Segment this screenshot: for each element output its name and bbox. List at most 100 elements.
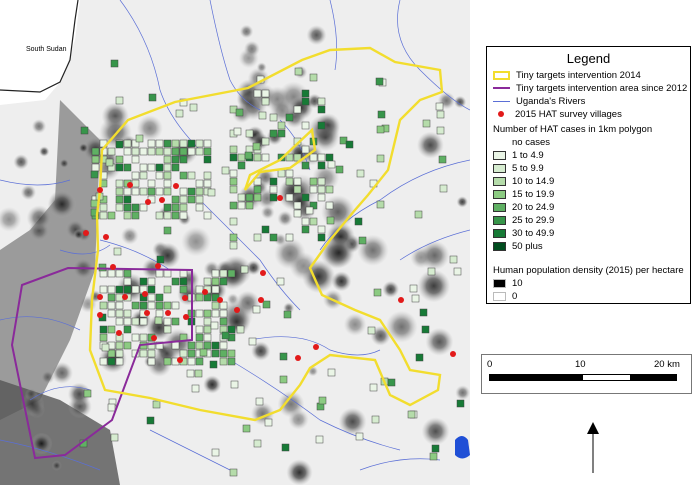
hat-case-polygon (229, 145, 238, 154)
hat-case-polygon (99, 325, 108, 334)
density-spot (453, 95, 467, 109)
hat-case-polygon (269, 185, 278, 194)
hat-case-polygon (269, 177, 278, 186)
hat-case-polygon (156, 255, 165, 264)
hat-case-polygon (285, 169, 294, 178)
hat-case-polygon (371, 415, 380, 424)
density-header: Human population density (2015) per hect… (493, 265, 684, 276)
hat-case-polygon (376, 125, 385, 134)
survey-village-marker (110, 264, 116, 270)
hat-case-polygon (293, 209, 302, 218)
hat-case-polygon (123, 325, 132, 334)
hat-case-polygon (317, 105, 326, 114)
survey-village-marker (450, 351, 456, 357)
hat-case-polygon (277, 121, 286, 130)
hat-case-polygon (189, 103, 198, 112)
hat-case-polygon (293, 105, 302, 114)
hat-case-polygon (261, 89, 270, 98)
hat-case-polygon (203, 171, 212, 180)
density-spot (243, 40, 260, 57)
hat-case-polygon (80, 126, 89, 135)
hat-case-polygon (285, 233, 294, 242)
hat-case-polygon (171, 211, 180, 220)
hat-case-polygon (281, 443, 290, 452)
hat-case-polygon (309, 153, 318, 162)
survey-village-marker (155, 263, 161, 269)
hat-case-polygon (237, 161, 246, 170)
hat-case-polygon (179, 349, 188, 358)
hat-case-polygon (436, 110, 445, 119)
case-class-row: 50 plus (493, 241, 543, 252)
hat-case-polygon (107, 357, 116, 366)
hat-case-polygon (211, 301, 220, 310)
hat-case-polygon (115, 341, 124, 350)
hat-case-polygon (219, 277, 228, 286)
hat-case-polygon (203, 179, 212, 188)
survey-village-marker (97, 187, 103, 193)
hat-case-polygon (227, 357, 236, 366)
hat-case-polygon (187, 341, 196, 350)
hat-case-polygon (131, 179, 140, 188)
hat-case-polygon (115, 96, 124, 105)
case-class-label: 50 plus (512, 241, 543, 252)
hat-case-polygon (179, 269, 188, 278)
legend-entry-rivers: Uganda's Rivers (493, 96, 585, 107)
hat-case-polygon (253, 439, 262, 448)
hat-case-polygon (146, 416, 155, 425)
hat-case-polygon (139, 203, 148, 212)
hat-case-polygon (115, 349, 124, 358)
hat-case-polygon (229, 241, 238, 250)
hat-case-polygon (211, 309, 220, 318)
hat-case-polygon (301, 161, 310, 170)
scale-label-10: 10 (575, 359, 586, 370)
hat-case-polygon (227, 349, 236, 358)
legend-entry-villages: 2015 HAT survey villages (493, 109, 622, 120)
survey-village-marker (183, 314, 189, 320)
survey-village-marker (122, 294, 128, 300)
hat-case-polygon (195, 357, 204, 366)
hat-case-polygon (191, 384, 200, 393)
hat-case-polygon (229, 185, 238, 194)
hat-case-polygon (99, 211, 108, 220)
hat-case-polygon (179, 277, 188, 286)
hat-case-polygon (187, 195, 196, 204)
hat-case-polygon (107, 301, 116, 310)
hat-case-polygon (262, 300, 271, 309)
hat-case-polygon (107, 285, 116, 294)
case-class-row: 15 to 19.9 (493, 189, 554, 200)
hat-case-polygon (411, 294, 420, 303)
hat-case-polygon (123, 317, 132, 326)
hat-case-polygon (195, 293, 204, 302)
hat-case-polygon (301, 89, 310, 98)
hat-case-polygon (115, 187, 124, 196)
hat-case-polygon (115, 269, 124, 278)
hat-case-polygon (147, 147, 156, 156)
density-spot (78, 142, 89, 154)
hat-case-polygon (293, 185, 302, 194)
density-spot (277, 210, 293, 227)
hat-case-polygon (123, 195, 132, 204)
hat-case-polygon (179, 203, 188, 212)
hat-case-polygon (203, 277, 212, 286)
hat-case-polygon (131, 301, 140, 310)
hat-case-polygon (139, 163, 148, 172)
hat-case-polygon (253, 193, 262, 202)
hat-case-polygon (163, 139, 172, 148)
case-class-swatch (493, 163, 506, 173)
hat-case-polygon (179, 285, 188, 294)
hat-case-polygon (110, 433, 119, 442)
survey-village-marker (144, 310, 150, 316)
hat-case-polygon (107, 403, 116, 412)
hat-case-polygon (219, 357, 228, 366)
hat-case-polygon (155, 139, 164, 148)
hat-case-polygon (199, 348, 208, 357)
hat-case-polygon (101, 343, 110, 352)
hat-case-polygon (98, 263, 107, 272)
hat-case-polygon (326, 216, 335, 225)
hat-case-polygon (123, 147, 132, 156)
hat-case-polygon (253, 89, 262, 98)
hat-case-polygon (123, 309, 132, 318)
hat-case-polygon (438, 155, 447, 164)
hat-case-polygon (230, 380, 239, 389)
hat-case-polygon (203, 333, 212, 342)
